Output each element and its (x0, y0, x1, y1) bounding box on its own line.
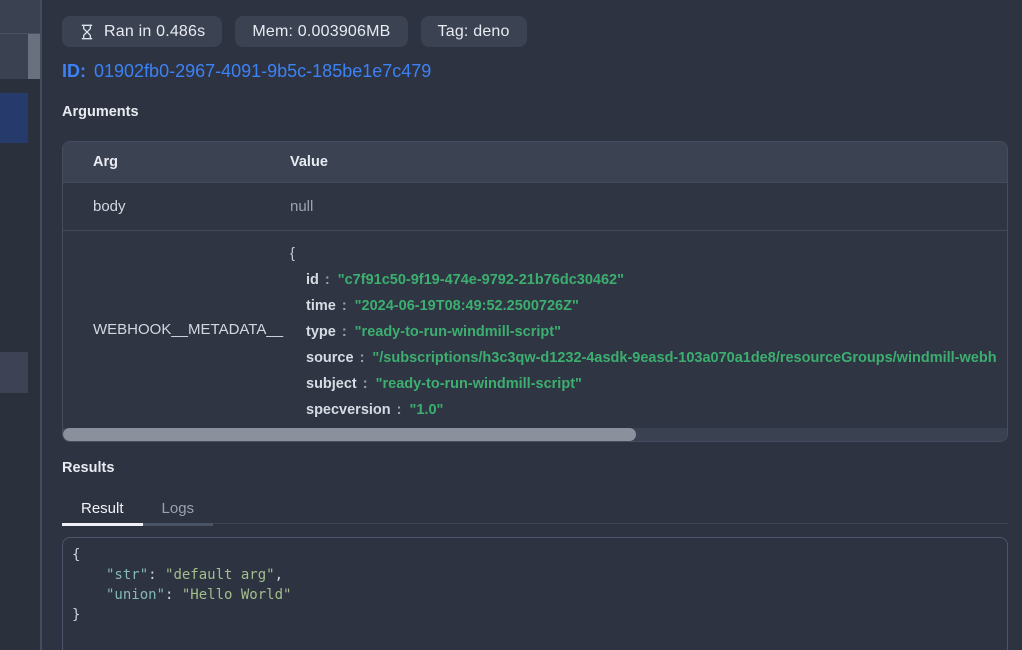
tag-badge: Tag: deno (421, 16, 527, 47)
job-id-label: ID: (62, 61, 86, 81)
metadata-entry: type:"ready-to-run-windmill-script" (290, 319, 1007, 345)
run-detail-panel: Ran in 0.486s Mem: 0.003906MB Tag: deno … (42, 0, 1022, 650)
memory-badge: Mem: 0.003906MB (235, 16, 407, 47)
table-row-body: body null (63, 183, 1007, 231)
results-tabs: Result Logs (62, 494, 1008, 524)
metadata-entry: time:"2024-06-19T08:49:52.2500726Z" (290, 293, 1007, 319)
result-json-viewer: { "str": "default arg", "union": "Hello … (62, 537, 1008, 650)
code-line: } (72, 607, 998, 627)
open-brace: { (290, 241, 1007, 267)
table-horizontal-scrollbar[interactable] (63, 428, 1007, 441)
tab-logs[interactable]: Logs (143, 494, 214, 526)
column-header-arg: Arg (63, 154, 290, 170)
hourglass-icon (79, 24, 95, 40)
sidebar-scrollbar-thumb[interactable] (28, 34, 40, 79)
code-line: "str": "default arg", (72, 567, 998, 587)
metadata-object-viewer: { id:"c7f91c50-9f19-474e-9792-21b76dc304… (290, 231, 1007, 428)
job-id-row: ID: 01902fb0-2967-4091-9b5c-185be1e7c479 (62, 61, 1008, 83)
tab-result[interactable]: Result (62, 494, 143, 526)
runtime-badge: Ran in 0.486s (62, 16, 222, 47)
table-header: Arg Value (63, 142, 1007, 183)
arg-value-null: null (290, 198, 1007, 215)
metadata-entry: specversion:"1.0" (290, 397, 1007, 423)
arg-name: body (63, 198, 290, 215)
runtime-label: Ran in 0.486s (104, 23, 205, 41)
table-row-webhook-metadata: WEBHOOK__METADATA__ { id:"c7f91c50-9f19-… (63, 231, 1007, 428)
results-heading: Results (62, 460, 1008, 476)
left-sidebar (0, 0, 40, 650)
sidebar-item[interactable] (0, 34, 28, 79)
scrollbar-thumb[interactable] (63, 428, 636, 441)
run-stats-row: Ran in 0.486s Mem: 0.003906MB Tag: deno (62, 16, 1008, 47)
sidebar-item-selected[interactable] (0, 93, 28, 143)
code-line: "union": "Hello World" (72, 587, 998, 607)
code-line: { (72, 547, 998, 567)
arg-name: WEBHOOK__METADATA__ (63, 231, 290, 428)
metadata-entry: subject:"ready-to-run-windmill-script" (290, 371, 1007, 397)
job-id-value[interactable]: 01902fb0-2967-4091-9b5c-185be1e7c479 (94, 61, 431, 81)
arguments-table: Arg Value body null WEBHOOK__METADATA__ … (62, 141, 1008, 442)
sidebar-header-block (0, 0, 40, 34)
column-header-value: Value (290, 154, 1007, 170)
sidebar-item[interactable] (0, 352, 28, 393)
metadata-entry: id:"c7f91c50-9f19-474e-9792-21b76dc30462… (290, 267, 1007, 293)
metadata-entry: source:"/subscriptions/h3c3qw-d1232-4asd… (290, 345, 1007, 371)
arguments-heading: Arguments (62, 104, 1008, 120)
